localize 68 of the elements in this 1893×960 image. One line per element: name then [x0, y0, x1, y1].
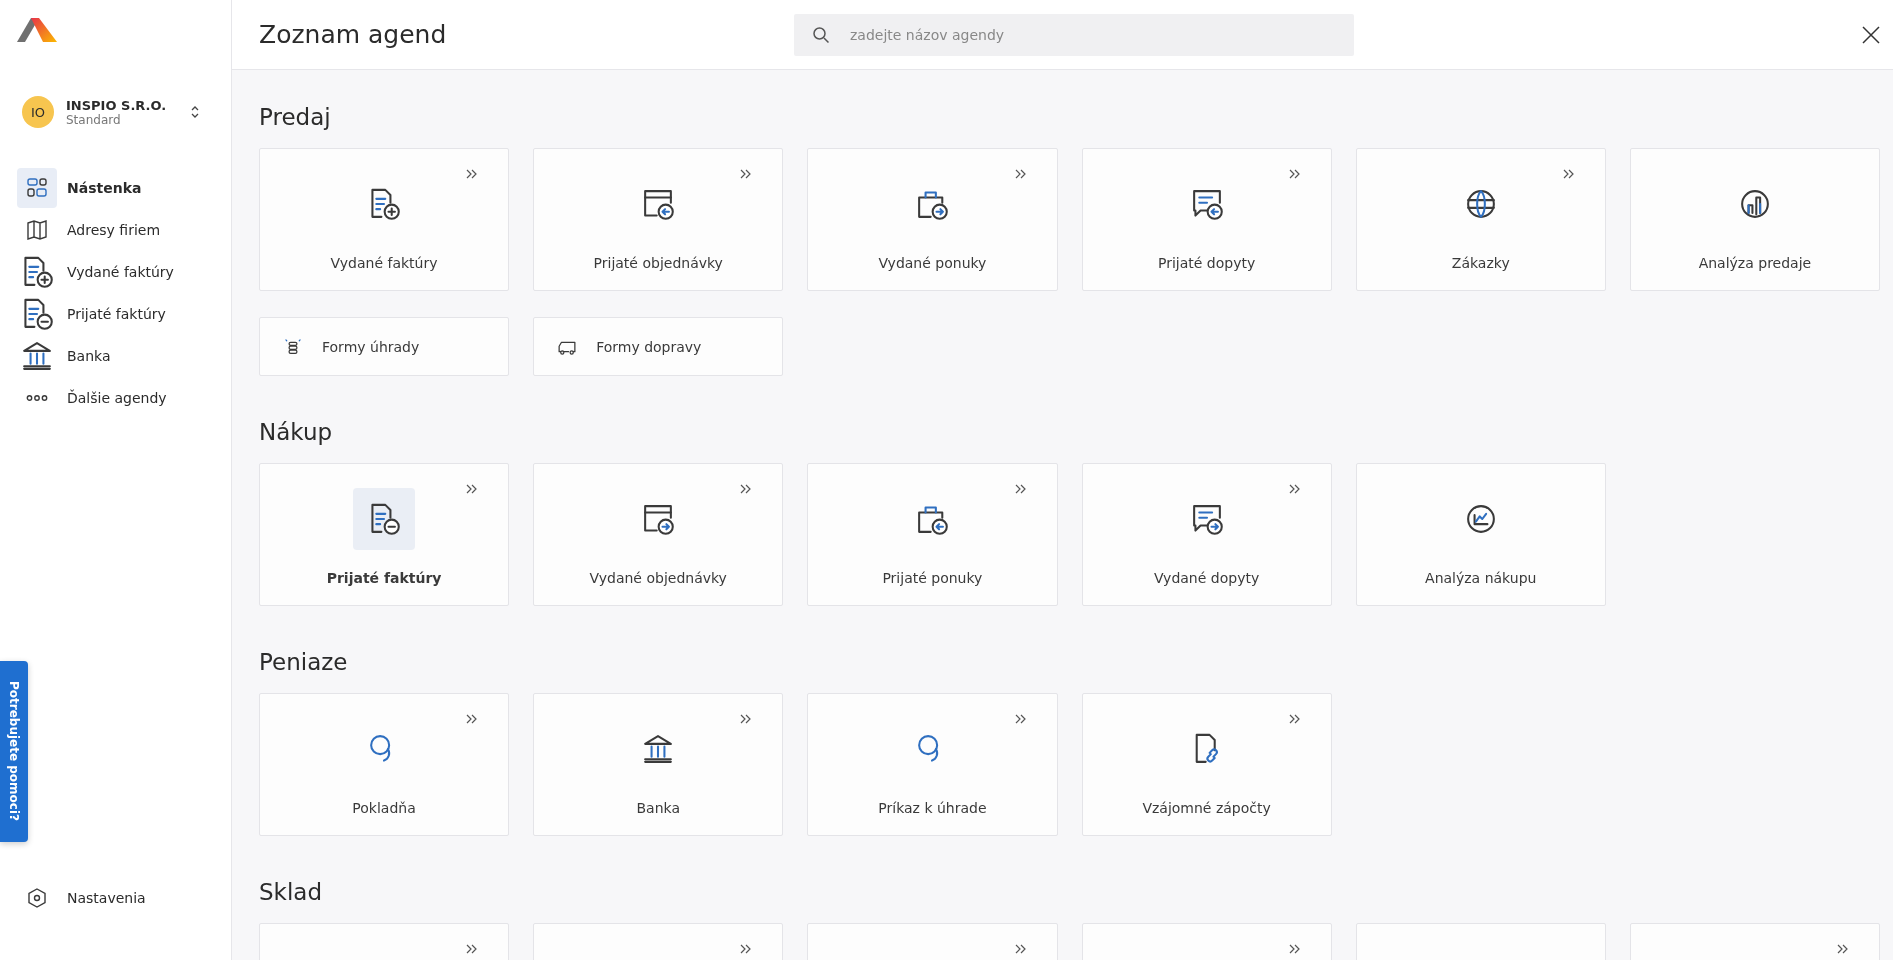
- agenda-card[interactable]: Vydané faktúry: [259, 148, 510, 291]
- search-icon: [812, 25, 830, 44]
- agenda-card[interactable]: Vydané objednávky: [533, 463, 784, 606]
- agenda-card[interactable]: Analýza nákupu: [1355, 463, 1606, 606]
- switcher-icon[interactable]: [190, 105, 200, 119]
- agenda-card[interactable]: Pokladňa: [259, 693, 510, 836]
- organization-avatar: IO: [22, 96, 54, 128]
- double-chevron-icon[interactable]: [740, 714, 753, 724]
- sidebar-item-label: Banka: [67, 348, 111, 364]
- agenda-card[interactable]: Príkaz k úhrade: [807, 693, 1058, 836]
- double-chevron-icon[interactable]: [466, 714, 479, 724]
- double-chevron-icon[interactable]: [1014, 714, 1027, 724]
- double-chevron-icon[interactable]: [1288, 169, 1301, 179]
- logo-icon: [17, 18, 57, 42]
- section-title: Predaj: [259, 103, 332, 132]
- sidebar-item[interactable]: Ďalšie agendy: [17, 378, 231, 418]
- double-chevron-icon[interactable]: [740, 484, 753, 494]
- agenda-card[interactable]: Vydané ponuky: [807, 148, 1058, 291]
- double-chevron-icon[interactable]: [1014, 944, 1027, 954]
- double-chevron-icon[interactable]: [740, 169, 753, 179]
- more-icon: [26, 394, 48, 402]
- section-title: Nákup: [259, 418, 334, 447]
- section-title: Peniaze: [259, 648, 349, 677]
- sidebar-item[interactable]: Adresy firiem: [17, 210, 231, 250]
- agenda-card[interactable]: Zákazky: [1355, 148, 1606, 291]
- double-chevron-icon[interactable]: [466, 169, 479, 179]
- double-chevron-icon[interactable]: [1288, 484, 1301, 494]
- settings-link[interactable]: Nastavenia: [17, 878, 231, 918]
- agenda-tile[interactable]: Formy dopravy: [533, 317, 784, 376]
- map-icon: [26, 219, 48, 241]
- sidebar-item-label: Nástenka: [67, 180, 142, 196]
- sidebar-item-label: Prijaté faktúry: [67, 306, 166, 322]
- dashboard-icon: [26, 177, 48, 199]
- sidebar-item-label: Ďalšie agendy: [67, 390, 167, 406]
- sidebar-item-label: Vydané faktúry: [67, 264, 174, 280]
- agenda-card[interactable]: Prijaté dopyty: [1081, 148, 1332, 291]
- organization-name: INSPIO S.R.O.: [66, 97, 168, 113]
- agenda-card[interactable]: Prijaté objednávky: [533, 148, 784, 291]
- double-chevron-icon[interactable]: [1562, 169, 1575, 179]
- agenda-card[interactable]: Prijaté ponuky: [807, 463, 1058, 606]
- double-chevron-icon[interactable]: [1288, 714, 1301, 724]
- double-chevron-icon[interactable]: [740, 944, 753, 954]
- sidebar-item[interactable]: Banka: [17, 336, 231, 376]
- search-field[interactable]: zadejte názov agendy: [794, 13, 1354, 56]
- page-title: Zoznam agend: [259, 20, 448, 49]
- agenda-tile[interactable]: Formy úhrady: [259, 317, 510, 376]
- agenda-card[interactable]: Vydané dopyty: [1081, 463, 1332, 606]
- close-button[interactable]: [1861, 24, 1881, 45]
- sidebar-item[interactable]: Vydané faktúry: [17, 252, 231, 292]
- double-chevron-icon[interactable]: [466, 944, 479, 954]
- help-tab[interactable]: Potrebujete pomoci?: [0, 661, 28, 842]
- double-chevron-icon[interactable]: [1837, 944, 1849, 954]
- double-chevron-icon[interactable]: [1014, 169, 1027, 179]
- sidebar-item-label: Adresy firiem: [67, 222, 161, 238]
- sidebar-item[interactable]: Nástenka: [17, 168, 231, 208]
- settings-label: Nastavenia: [67, 890, 146, 906]
- sidebar-item[interactable]: Prijaté faktúry: [17, 294, 231, 334]
- agenda-card[interactable]: Prijaté faktúry: [259, 463, 510, 606]
- close-icon: [1861, 24, 1881, 45]
- double-chevron-icon[interactable]: [466, 484, 479, 494]
- section-title: Sklad: [259, 878, 323, 907]
- agenda-card[interactable]: Banka: [533, 693, 784, 836]
- agenda-card[interactable]: Analýza predaje: [1629, 148, 1880, 291]
- double-chevron-icon[interactable]: [1014, 484, 1027, 494]
- double-chevron-icon[interactable]: [1288, 944, 1301, 954]
- organization-plan: Standard: [66, 112, 122, 127]
- agenda-card[interactable]: Vzájomné zápočty: [1081, 693, 1332, 836]
- settings-icon: [26, 887, 48, 909]
